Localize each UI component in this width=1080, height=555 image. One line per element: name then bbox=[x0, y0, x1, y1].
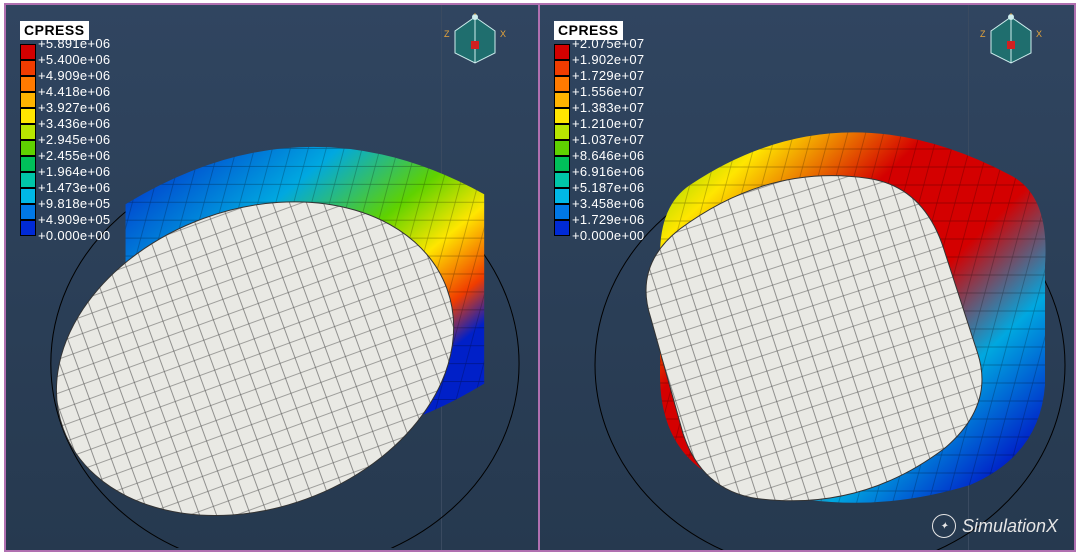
legend-tick: +9.818e+05 bbox=[38, 196, 110, 212]
legend-swatch bbox=[554, 140, 570, 156]
view-triad-left[interactable]: Y X Z bbox=[440, 13, 510, 67]
view-triad-right[interactable]: Y X Z bbox=[976, 13, 1046, 67]
legend-swatch bbox=[20, 108, 36, 124]
legend-swatches bbox=[554, 44, 570, 244]
legend-tick: +0.000e+00 bbox=[38, 228, 110, 244]
legend-swatch bbox=[20, 188, 36, 204]
legend-tick: +2.945e+06 bbox=[38, 132, 110, 148]
legend-swatch bbox=[20, 44, 36, 60]
legend-swatch bbox=[20, 124, 36, 140]
legend-tick: +1.964e+06 bbox=[38, 164, 110, 180]
legend-tick: +1.729e+06 bbox=[572, 212, 644, 228]
legend-swatch bbox=[20, 204, 36, 220]
legend-tick: +5.187e+06 bbox=[572, 180, 644, 196]
wechat-icon: ✦ bbox=[932, 514, 956, 538]
watermark: ✦ SimulationX bbox=[932, 514, 1058, 538]
color-legend-left: CPRESS +5.891e+06+5.400e+06+4.909e+06+4.… bbox=[20, 21, 110, 244]
legend-tick: +2.455e+06 bbox=[38, 148, 110, 164]
legend-swatch bbox=[554, 204, 570, 220]
legend-tick: +1.902e+07 bbox=[572, 52, 644, 68]
legend-tick: +4.909e+06 bbox=[38, 68, 110, 84]
legend-tick: +3.436e+06 bbox=[38, 116, 110, 132]
legend-swatch bbox=[554, 108, 570, 124]
legend-swatch bbox=[20, 220, 36, 236]
legend-swatch bbox=[554, 60, 570, 76]
legend-swatch bbox=[554, 76, 570, 92]
axis-x-label: X bbox=[1036, 29, 1042, 39]
legend-tick: +1.037e+07 bbox=[572, 132, 644, 148]
axis-x-label: X bbox=[500, 29, 506, 39]
legend-tick: +1.383e+07 bbox=[572, 100, 644, 116]
legend-swatch bbox=[20, 92, 36, 108]
legend-swatch bbox=[20, 60, 36, 76]
legend-swatch bbox=[20, 76, 36, 92]
legend-tick: +5.891e+06 bbox=[38, 36, 110, 52]
legend-swatch bbox=[554, 172, 570, 188]
figure-frame: CPRESS +5.891e+06+5.400e+06+4.909e+06+4.… bbox=[4, 3, 1076, 552]
legend-tick: +1.210e+07 bbox=[572, 116, 644, 132]
legend-swatch bbox=[554, 44, 570, 60]
legend-swatch bbox=[20, 172, 36, 188]
legend-swatch bbox=[554, 220, 570, 236]
legend-tick: +1.729e+07 bbox=[572, 68, 644, 84]
legend-tick: +0.000e+00 bbox=[572, 228, 644, 244]
legend-swatch bbox=[554, 188, 570, 204]
legend-tick: +2.075e+07 bbox=[572, 36, 644, 52]
viewport-right[interactable]: CPRESS +2.075e+07+1.902e+07+1.729e+07+1.… bbox=[540, 5, 1074, 550]
legend-ticks: +2.075e+07+1.902e+07+1.729e+07+1.556e+07… bbox=[572, 44, 644, 244]
axis-y-label: Y bbox=[1008, 13, 1014, 17]
legend-swatch bbox=[554, 92, 570, 108]
legend-tick: +3.927e+06 bbox=[38, 100, 110, 116]
legend-tick: +6.916e+06 bbox=[572, 164, 644, 180]
legend-tick: +4.418e+06 bbox=[38, 84, 110, 100]
legend-ticks: +5.891e+06+5.400e+06+4.909e+06+4.418e+06… bbox=[38, 44, 110, 244]
viewport-left[interactable]: CPRESS +5.891e+06+5.400e+06+4.909e+06+4.… bbox=[6, 5, 540, 550]
axis-y-label: Y bbox=[472, 13, 478, 17]
watermark-text: SimulationX bbox=[962, 516, 1058, 537]
legend-tick: +8.646e+06 bbox=[572, 148, 644, 164]
legend-tick: +1.556e+07 bbox=[572, 84, 644, 100]
axis-z-label: Z bbox=[980, 29, 986, 39]
legend-tick: +1.473e+06 bbox=[38, 180, 110, 196]
legend-swatches bbox=[20, 44, 36, 244]
legend-tick: +3.458e+06 bbox=[572, 196, 644, 212]
legend-swatch bbox=[20, 156, 36, 172]
legend-swatch bbox=[554, 156, 570, 172]
axis-z-label: Z bbox=[444, 29, 450, 39]
legend-swatch bbox=[554, 124, 570, 140]
color-legend-right: CPRESS +2.075e+07+1.902e+07+1.729e+07+1.… bbox=[554, 21, 644, 244]
legend-tick: +4.909e+05 bbox=[38, 212, 110, 228]
legend-swatch bbox=[20, 140, 36, 156]
legend-tick: +5.400e+06 bbox=[38, 52, 110, 68]
